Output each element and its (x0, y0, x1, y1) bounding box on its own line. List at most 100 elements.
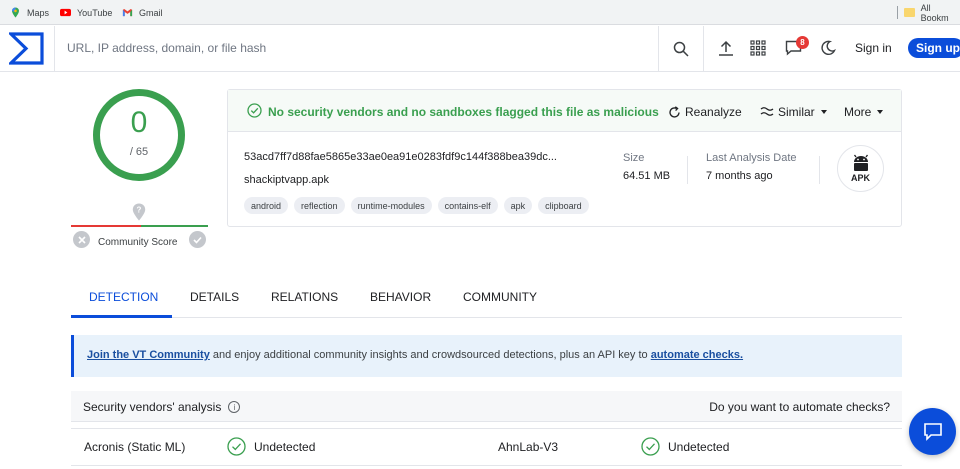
detection-count: 0 (130, 106, 148, 139)
active-tab-indicator (71, 315, 172, 318)
android-package-icon (853, 154, 868, 171)
bookmark-label: YouTube (77, 7, 113, 18)
gmail-icon (122, 9, 133, 17)
automate-prompt[interactable]: Do you want to automate checks? (709, 400, 890, 414)
banner-body: and enjoy additional community insights … (209, 349, 651, 361)
chat-support-button[interactable] (909, 408, 956, 455)
tab-details[interactable]: DETAILS (190, 290, 239, 304)
reanalyze-label: Reanalyze (685, 105, 742, 119)
tab-community[interactable]: COMMUNITY (463, 290, 537, 304)
check-circle-icon (227, 437, 246, 456)
vendors-title: Security vendors' analysis i (83, 400, 241, 414)
more-label: More (844, 105, 872, 119)
refresh-icon (669, 105, 680, 118)
check-circle-icon (247, 103, 262, 118)
bookmark-maps[interactable]: Maps (10, 0, 49, 25)
last-analysis-label: Last Analysis Date (706, 152, 797, 164)
verdict-text: No security vendors and no sandboxes fla… (268, 105, 659, 119)
vendor-result: Undetected (227, 437, 315, 456)
verdict-bar: No security vendors and no sandboxes fla… (228, 90, 901, 132)
bookmark-gmail[interactable]: Gmail (122, 0, 163, 25)
community-score-bar-positive (141, 225, 208, 227)
bookmark-youtube[interactable]: YouTube (60, 0, 112, 25)
file-tags: android reflection runtime-modules conta… (244, 197, 589, 214)
chat-icon (923, 423, 942, 441)
meta-divider (687, 156, 688, 184)
join-community-link[interactable]: Join the VT Community (87, 349, 210, 361)
bookmarks-bar: Maps YouTube Gmail All Bookm (0, 0, 960, 25)
community-score-bar-negative (71, 225, 141, 227)
check-icon (193, 236, 202, 244)
vendor-result-label: Undetected (668, 439, 730, 454)
reanalyze-button[interactable]: Reanalyze (668, 105, 742, 119)
tag[interactable]: runtime-modules (350, 197, 432, 214)
vendor-name: Acronis (Static ML) (84, 440, 186, 454)
tag[interactable]: clipboard (538, 197, 589, 214)
filetype-label: APK (850, 173, 870, 183)
community-banner: Join the VT Community and enjoy addition… (71, 335, 902, 377)
moon-icon (821, 40, 836, 55)
vendors-header: Security vendors' analysis i Do you want… (71, 391, 902, 422)
tag[interactable]: contains-elf (437, 197, 498, 214)
bookmark-label: Maps (27, 7, 50, 18)
similar-dropdown[interactable]: Similar (760, 105, 827, 119)
notification-badge: 8 (796, 36, 809, 49)
vote-malicious-button[interactable] (73, 231, 90, 248)
community-score-label: Community Score (98, 237, 178, 248)
close-icon (77, 235, 86, 244)
tag[interactable]: apk (503, 197, 533, 214)
tabs-divider (71, 317, 902, 318)
banner-text: Join the VT Community and enjoy addition… (87, 349, 743, 361)
search-button[interactable] (658, 26, 704, 71)
tab-behavior[interactable]: BEHAVIOR (370, 290, 431, 304)
last-analysis-value: 7 months ago (706, 170, 773, 182)
file-summary-card: No security vendors and no sandboxes fla… (227, 89, 902, 227)
vote-harmless-button[interactable] (189, 231, 206, 248)
file-name: shackiptvapp.apk (244, 174, 329, 186)
sign-in-link[interactable]: Sign in (855, 41, 892, 55)
community-marker-icon: ? (132, 203, 146, 221)
all-bookmarks-label: All Bookm (920, 2, 949, 23)
upload-icon (719, 40, 733, 56)
upload-button[interactable] (716, 38, 736, 58)
top-header: URL, IP address, domain, or file hash Si… (0, 26, 960, 72)
info-icon[interactable]: i (228, 401, 241, 413)
detection-total: / 65 (129, 146, 149, 158)
bookmark-divider (897, 6, 898, 19)
svg-text:?: ? (137, 206, 142, 215)
similar-label: Similar (778, 105, 815, 119)
check-circle-icon (641, 437, 660, 456)
youtube-icon (60, 8, 71, 17)
vendor-result-label: Undetected (254, 439, 316, 454)
theme-toggle[interactable] (818, 38, 838, 58)
vendors-title-text: Security vendors' analysis (83, 400, 222, 414)
chevron-down-icon (820, 110, 827, 114)
size-value: 64.51 MB (623, 170, 671, 182)
apps-button[interactable] (748, 38, 768, 58)
meta-divider (819, 156, 820, 184)
search-icon (673, 41, 689, 57)
automate-checks-link[interactable]: automate checks. (651, 349, 743, 361)
more-dropdown[interactable]: More (844, 105, 884, 119)
vendor-name: AhnLab-V3 (498, 440, 559, 454)
grid-icon (750, 40, 766, 56)
search-input[interactable]: URL, IP address, domain, or file hash (67, 41, 266, 55)
bookmark-label: Gmail (139, 7, 163, 18)
size-label: Size (623, 152, 645, 164)
vendor-result: Undetected (641, 437, 729, 456)
tag[interactable]: reflection (294, 197, 345, 214)
tab-relations[interactable]: RELATIONS (271, 290, 338, 304)
header-divider (54, 26, 55, 71)
tab-detection[interactable]: DETECTION (89, 290, 158, 304)
filetype-badge: APK (837, 145, 884, 192)
tag[interactable]: android (244, 197, 289, 214)
similar-icon (760, 107, 774, 116)
vendor-row: Acronis (Static ML) Undetected AhnLab-V3… (71, 428, 902, 466)
virustotal-logo-icon[interactable] (9, 32, 44, 65)
folder-icon (903, 8, 915, 17)
sign-up-button[interactable]: Sign up (908, 38, 960, 58)
file-hash[interactable]: 53acd7ff7d88fae5865e33ae0ea91e0283fdf9c1… (244, 151, 586, 163)
all-bookmarks[interactable]: All Bookm (897, 0, 960, 25)
maps-icon (12, 7, 19, 18)
chevron-down-icon (877, 110, 884, 114)
